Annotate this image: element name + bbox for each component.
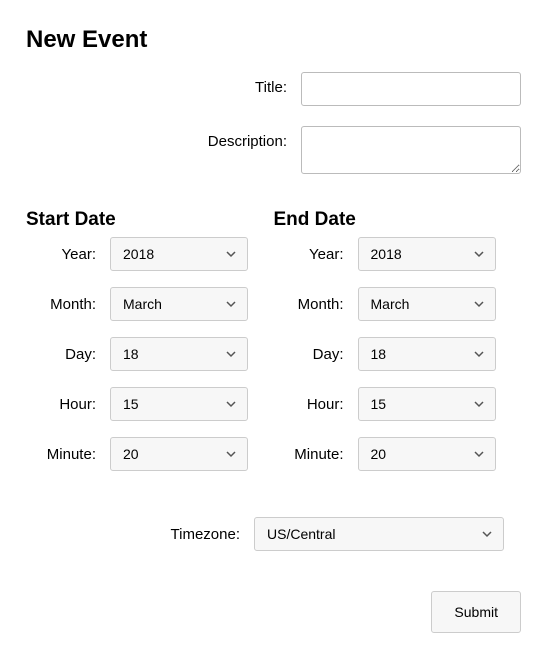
chevron-down-icon bbox=[225, 248, 237, 260]
end-day-label: Day: bbox=[274, 346, 358, 363]
start-minute-value: 20 bbox=[123, 446, 139, 462]
end-day-select[interactable]: 18 bbox=[358, 337, 496, 371]
end-month-label: Month: bbox=[274, 296, 358, 313]
timezone-select[interactable]: US/Central bbox=[254, 517, 504, 551]
chevron-down-icon bbox=[473, 298, 485, 310]
chevron-down-icon bbox=[481, 528, 493, 540]
end-date-section: End Date Year: 2018 Month: March Day: 18… bbox=[274, 209, 522, 487]
start-month-value: March bbox=[123, 296, 162, 312]
description-input[interactable] bbox=[301, 126, 521, 174]
end-hour-select[interactable]: 15 bbox=[358, 387, 496, 421]
end-minute-value: 20 bbox=[371, 446, 387, 462]
end-month-select[interactable]: March bbox=[358, 287, 496, 321]
end-month-value: March bbox=[371, 296, 410, 312]
start-year-select[interactable]: 2018 bbox=[110, 237, 248, 271]
end-minute-label: Minute: bbox=[274, 446, 358, 463]
chevron-down-icon bbox=[225, 348, 237, 360]
title-input[interactable] bbox=[301, 72, 521, 106]
start-date-heading: Start Date bbox=[26, 209, 274, 231]
chevron-down-icon bbox=[225, 448, 237, 460]
end-minute-select[interactable]: 20 bbox=[358, 437, 496, 471]
chevron-down-icon bbox=[473, 398, 485, 410]
start-minute-select[interactable]: 20 bbox=[110, 437, 248, 471]
start-month-label: Month: bbox=[26, 296, 110, 313]
end-day-value: 18 bbox=[371, 346, 387, 362]
start-hour-value: 15 bbox=[123, 396, 139, 412]
page-title: New Event bbox=[26, 26, 521, 54]
start-day-label: Day: bbox=[26, 346, 110, 363]
timezone-label: Timezone: bbox=[26, 526, 254, 543]
start-hour-select[interactable]: 15 bbox=[110, 387, 248, 421]
start-day-select[interactable]: 18 bbox=[110, 337, 248, 371]
start-minute-label: Minute: bbox=[26, 446, 110, 463]
end-hour-label: Hour: bbox=[274, 396, 358, 413]
start-hour-label: Hour: bbox=[26, 396, 110, 413]
chevron-down-icon bbox=[473, 248, 485, 260]
chevron-down-icon bbox=[473, 348, 485, 360]
chevron-down-icon bbox=[473, 448, 485, 460]
end-hour-value: 15 bbox=[371, 396, 387, 412]
start-day-value: 18 bbox=[123, 346, 139, 362]
start-date-section: Start Date Year: 2018 Month: March Day: … bbox=[26, 209, 274, 487]
end-year-value: 2018 bbox=[371, 246, 402, 262]
timezone-value: US/Central bbox=[267, 526, 335, 542]
end-date-heading: End Date bbox=[274, 209, 522, 231]
submit-button[interactable]: Submit bbox=[431, 591, 521, 633]
chevron-down-icon bbox=[225, 298, 237, 310]
end-year-label: Year: bbox=[274, 246, 358, 263]
start-month-select[interactable]: March bbox=[110, 287, 248, 321]
start-year-label: Year: bbox=[26, 246, 110, 263]
end-year-select[interactable]: 2018 bbox=[358, 237, 496, 271]
start-year-value: 2018 bbox=[123, 246, 154, 262]
description-label: Description: bbox=[26, 126, 301, 150]
title-label: Title: bbox=[26, 72, 301, 96]
chevron-down-icon bbox=[225, 398, 237, 410]
